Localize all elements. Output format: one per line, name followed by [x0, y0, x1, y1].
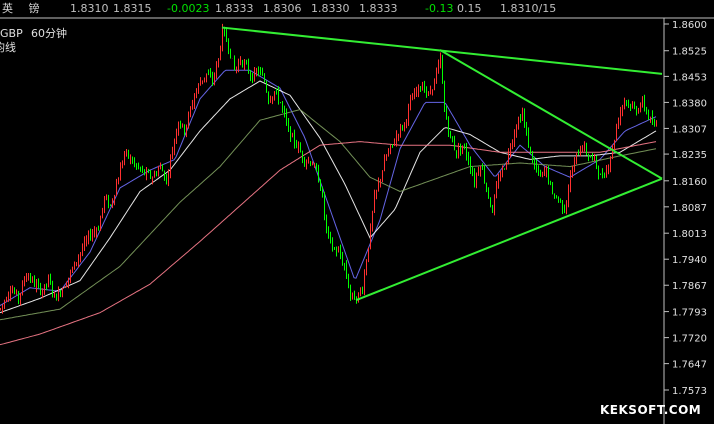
ma-label: 均线: [0, 40, 16, 54]
price-tick-label: 1.8087: [672, 203, 707, 214]
price-chart[interactable]: 1.8600 1.8525 1.8453 1.8380 1.8307 1.8235 1.81…: [0, 0, 714, 424]
price-tick-label: 1.8380: [672, 98, 707, 109]
price-tick-label: 1.7573: [672, 386, 707, 397]
price-tick-label: 1.7867: [672, 281, 707, 292]
moving-average-lines: [0, 69, 657, 346]
price-tick-label: 1.8160: [672, 177, 707, 188]
period-label: 60分钟: [31, 26, 67, 40]
price-tick-label: 1.8013: [672, 229, 707, 240]
moving-average-line: [0, 108, 657, 321]
moving-average-line: [0, 80, 657, 314]
price-tick-label: 1.8235: [672, 150, 707, 161]
candles: [0, 23, 657, 314]
trendline[interactable]: [439, 49, 663, 180]
price-tick-label: 1.7793: [672, 308, 707, 319]
trendline[interactable]: [355, 177, 663, 302]
chart-frame: [0, 17, 714, 424]
price-axis: 1.8600 1.8525 1.8453 1.8380 1.8307 1.8235 1.81…: [664, 20, 707, 397]
price-tick-label: 1.8600: [672, 20, 707, 31]
symbol-label: GBP: [0, 27, 23, 40]
price-tick-label: 1.8453: [672, 72, 707, 83]
watermark: KEKSOFT.COM: [600, 403, 701, 417]
price-tick-label: 1.8307: [672, 124, 707, 135]
price-tick-label: 1.8525: [672, 47, 707, 58]
price-tick-label: 1.7647: [672, 360, 707, 371]
price-tick-label: 1.7720: [672, 334, 707, 345]
moving-average-line: [0, 69, 657, 306]
price-tick-label: 1.7940: [672, 255, 707, 266]
